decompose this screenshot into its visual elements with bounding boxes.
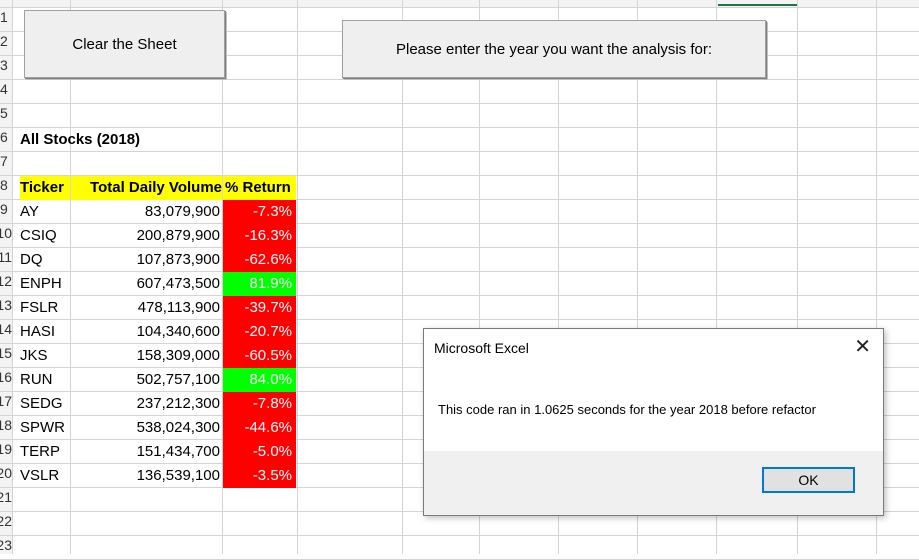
return-cell[interactable]: -7.8% bbox=[223, 392, 296, 416]
grid-row-line bbox=[0, 79, 919, 80]
ticker-cell[interactable]: HASI bbox=[20, 320, 70, 344]
row-number[interactable]: 6 bbox=[0, 129, 12, 145]
row-number[interactable]: 23 bbox=[0, 537, 12, 553]
ticker-cell[interactable]: SPWR bbox=[20, 416, 70, 440]
volume-cell[interactable]: 83,079,900 bbox=[71, 200, 220, 224]
row-number[interactable]: 22 bbox=[0, 513, 12, 529]
clear-sheet-label: Clear the Sheet bbox=[72, 35, 177, 53]
volume-cell[interactable]: 151,434,700 bbox=[71, 440, 220, 464]
return-cell[interactable]: 84.0% bbox=[223, 368, 296, 392]
ticker-cell[interactable]: JKS bbox=[20, 344, 70, 368]
row-number[interactable]: 7 bbox=[0, 153, 12, 169]
row-number[interactable]: 17 bbox=[0, 393, 12, 409]
row-number[interactable]: 13 bbox=[0, 297, 12, 313]
row-number[interactable]: 1 bbox=[0, 9, 12, 25]
message-dialog: Microsoft Excel ✕ This code ran in 1.062… bbox=[423, 328, 884, 516]
grid-column-line bbox=[297, 0, 298, 554]
return-value: -39.7% bbox=[244, 299, 292, 316]
return-cell[interactable]: -60.5% bbox=[223, 344, 296, 368]
row-number[interactable]: 19 bbox=[0, 441, 12, 457]
row-number[interactable]: 9 bbox=[0, 201, 12, 217]
return-cell[interactable]: -62.6% bbox=[223, 248, 296, 272]
volume-cell[interactable]: 107,873,900 bbox=[71, 248, 220, 272]
header-volume: Total Daily Volume bbox=[71, 176, 222, 200]
row-number[interactable]: 2 bbox=[0, 33, 12, 49]
ticker-cell[interactable]: TERP bbox=[20, 440, 70, 464]
row-number[interactable]: 14 bbox=[0, 321, 12, 337]
ticker-cell[interactable]: AY bbox=[20, 200, 70, 224]
ticker-cell[interactable]: CSIQ bbox=[20, 224, 70, 248]
row-number[interactable]: 16 bbox=[0, 369, 12, 385]
ticker-cell[interactable]: SEDG bbox=[20, 392, 70, 416]
year-analysis-button[interactable]: Please enter the year you want the analy… bbox=[342, 20, 766, 78]
row-number[interactable]: 11 bbox=[0, 249, 12, 265]
grid-row-line bbox=[0, 535, 919, 536]
sheet-title: All Stocks (2018) bbox=[20, 131, 141, 148]
row-number[interactable]: 12 bbox=[0, 273, 12, 289]
return-cell[interactable]: -3.5% bbox=[223, 464, 296, 488]
volume-cell[interactable]: 237,212,300 bbox=[71, 392, 220, 416]
return-cell[interactable]: -7.3% bbox=[223, 200, 296, 224]
return-value: -5.0% bbox=[252, 443, 292, 460]
header-return: % Return bbox=[223, 176, 296, 200]
row-number[interactable]: 18 bbox=[0, 417, 12, 433]
volume-cell[interactable]: 136,539,100 bbox=[71, 464, 220, 488]
return-value: -60.5% bbox=[244, 347, 292, 364]
ticker-cell[interactable]: VSLR bbox=[20, 464, 70, 488]
return-value: -16.3% bbox=[244, 227, 292, 244]
header-ticker: Ticker bbox=[20, 176, 70, 200]
ticker-cell[interactable]: RUN bbox=[20, 368, 70, 392]
return-value: -44.6% bbox=[244, 419, 292, 436]
grid-column-line bbox=[12, 0, 13, 554]
return-cell[interactable]: 81.9% bbox=[223, 272, 296, 296]
return-value: -3.5% bbox=[252, 467, 292, 484]
dialog-message: This code ran in 1.0625 seconds for the … bbox=[438, 402, 816, 417]
return-cell[interactable]: -20.7% bbox=[223, 320, 296, 344]
return-value: -20.7% bbox=[244, 323, 292, 340]
ticker-cell[interactable]: DQ bbox=[20, 248, 70, 272]
volume-cell[interactable]: 158,309,000 bbox=[71, 344, 220, 368]
volume-cell[interactable]: 502,757,100 bbox=[71, 368, 220, 392]
row-number[interactable]: 8 bbox=[0, 177, 12, 193]
row-number[interactable]: 5 bbox=[0, 105, 12, 121]
dialog-title: Microsoft Excel bbox=[434, 340, 529, 356]
year-analysis-label: Please enter the year you want the analy… bbox=[395, 40, 712, 58]
volume-cell[interactable]: 200,879,900 bbox=[71, 224, 220, 248]
return-cell[interactable]: -5.0% bbox=[223, 440, 296, 464]
row-number[interactable]: 15 bbox=[0, 345, 12, 361]
grid-row-line bbox=[0, 103, 919, 104]
ok-label: OK bbox=[798, 472, 819, 488]
return-value: -7.3% bbox=[252, 203, 292, 220]
row-number[interactable]: 4 bbox=[0, 81, 12, 97]
dialog-footer: OK bbox=[424, 451, 883, 515]
return-cell[interactable]: -39.7% bbox=[223, 296, 296, 320]
volume-cell[interactable]: 478,113,900 bbox=[71, 296, 220, 320]
return-value: 81.9% bbox=[249, 275, 292, 292]
return-value: -7.8% bbox=[252, 395, 292, 412]
volume-cell[interactable]: 104,340,600 bbox=[71, 320, 220, 344]
row-number[interactable]: 21 bbox=[0, 489, 12, 505]
row-number[interactable]: 10 bbox=[0, 225, 12, 241]
return-cell[interactable]: -44.6% bbox=[223, 416, 296, 440]
volume-cell[interactable]: 538,024,300 bbox=[71, 416, 220, 440]
grid-row-line bbox=[0, 7, 919, 8]
volume-cell[interactable]: 607,473,500 bbox=[71, 272, 220, 296]
ok-button[interactable]: OK bbox=[762, 467, 855, 493]
close-icon[interactable]: ✕ bbox=[854, 335, 871, 359]
row-number[interactable]: 3 bbox=[0, 57, 12, 73]
ticker-cell[interactable]: FSLR bbox=[20, 296, 70, 320]
clear-sheet-button[interactable]: Clear the Sheet bbox=[24, 10, 225, 78]
row-number[interactable]: 20 bbox=[0, 465, 12, 481]
return-value: 84.0% bbox=[249, 371, 292, 388]
return-cell[interactable]: -16.3% bbox=[223, 224, 296, 248]
grid-column-line bbox=[402, 0, 403, 554]
return-value: -62.6% bbox=[244, 251, 292, 268]
ticker-cell[interactable]: ENPH bbox=[20, 272, 70, 296]
active-column-indicator bbox=[718, 4, 798, 6]
